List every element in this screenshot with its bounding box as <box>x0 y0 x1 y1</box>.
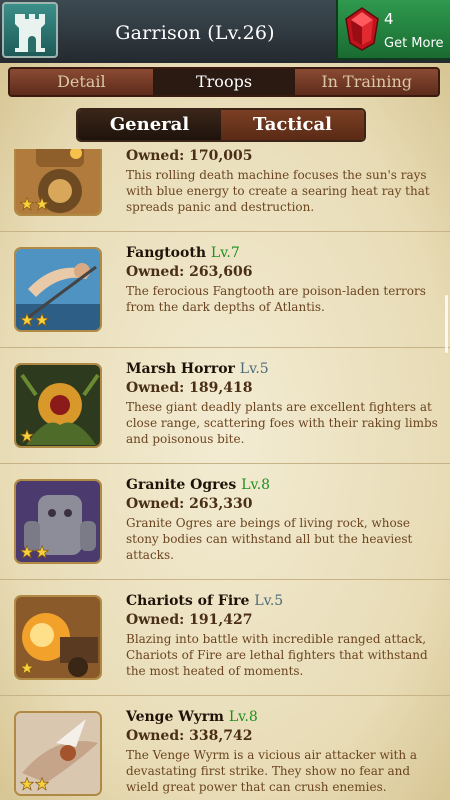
troop-info: Venge Wyrm Lv.8 Owned: 338,742 The Venge W… <box>126 707 444 795</box>
star-rating <box>20 429 34 443</box>
troop-name: Fangtooth <box>126 245 207 261</box>
tab-in-training[interactable]: In Training <box>295 69 438 95</box>
castle-tower-icon <box>15 14 45 52</box>
troop-level: Lv.5 <box>239 361 269 377</box>
troop-row[interactable]: Marsh Horror Lv.5 Owned: 189,418 These gia… <box>0 348 450 464</box>
troop-name: Venge Wyrm <box>126 709 224 725</box>
troop-name-line: Marsh Horror Lv.5 <box>126 359 444 379</box>
troop-info: Granite Ogres Lv.8 Owned: 263,330 Granite … <box>126 475 444 563</box>
red-gem-icon <box>345 7 379 51</box>
scrollbar[interactable] <box>445 295 448 353</box>
troop-info: Chariots of Fire Lv.5 Owned: 191,427 Blazi… <box>126 591 444 679</box>
tab-troops[interactable]: Troops <box>152 69 296 95</box>
troop-description: These giant deadly plants are excellent … <box>126 400 438 446</box>
star-icon <box>35 197 49 211</box>
tab-general[interactable]: General <box>78 110 221 140</box>
tab-detail[interactable]: Detail <box>10 69 153 95</box>
troop-portrait[interactable] <box>14 149 102 216</box>
star-icon <box>20 197 34 211</box>
troop-row[interactable]: Owned: 170,005 This rolling death machine… <box>0 149 450 232</box>
troop-owned-count: Owned: 191,427 <box>126 612 253 628</box>
gem-count: 4 <box>384 10 394 28</box>
troop-level: Lv.5 <box>254 593 284 609</box>
troop-row[interactable]: Fangtooth Lv.7 Owned: 263,606 The ferociou… <box>0 232 450 348</box>
star-rating <box>20 661 34 675</box>
troop-description: Granite Ogres are beings of living rock,… <box>126 516 413 562</box>
troop-level: Lv.7 <box>210 245 240 261</box>
troop-portrait[interactable] <box>14 247 102 332</box>
troop-level: Lv.8 <box>241 477 271 493</box>
troop-row[interactable]: Venge Wyrm Lv.8 Owned: 338,742 The Venge W… <box>0 696 450 800</box>
tab-tactical[interactable]: Tactical <box>221 110 364 140</box>
star-icon <box>20 545 34 559</box>
star-rating <box>20 313 49 327</box>
troop-name: Chariots of Fire <box>126 593 250 609</box>
troop-row[interactable]: Chariots of Fire Lv.5 Owned: 191,427 Blazi… <box>0 580 450 696</box>
troop-owned-count: Owned: 338,742 <box>126 728 253 744</box>
star-icon <box>20 429 34 443</box>
troop-owned-count: Owned: 263,330 <box>126 496 253 512</box>
castle-button[interactable] <box>2 2 58 58</box>
star-rating <box>20 777 49 791</box>
star-icon <box>20 777 34 791</box>
star-icon <box>20 313 34 327</box>
troop-row[interactable]: Granite Ogres Lv.8 Owned: 263,330 Granite … <box>0 464 450 580</box>
top-tab-bar: Detail Troops In Training <box>8 67 440 97</box>
get-more-button[interactable]: 4 Get More <box>336 0 450 60</box>
troop-owned-count: Owned: 170,005 <box>126 149 253 164</box>
troop-owned-count: Owned: 189,418 <box>126 380 253 396</box>
get-more-label: Get More <box>384 36 444 51</box>
sub-tab-bar: General Tactical <box>76 108 366 142</box>
troop-portrait[interactable] <box>14 711 102 796</box>
troop-name-line: Granite Ogres Lv.8 <box>126 475 444 495</box>
troop-info: Marsh Horror Lv.5 Owned: 189,418 These gia… <box>126 359 444 447</box>
troop-list[interactable]: Owned: 170,005 This rolling death machine… <box>0 149 450 800</box>
troop-owned-count: Owned: 263,606 <box>126 264 253 280</box>
star-rating <box>20 197 49 211</box>
star-icon <box>20 661 34 675</box>
troop-description: This rolling death machine focuses the s… <box>126 168 430 214</box>
troop-portrait[interactable] <box>14 363 102 448</box>
troop-description: The Venge Wyrm is a vicious air attacker… <box>126 748 418 794</box>
troop-info: Owned: 170,005 This rolling death machine… <box>126 149 444 215</box>
troop-name: Granite Ogres <box>126 477 237 493</box>
garrison-panel: Detail Troops In Training General Tactic… <box>0 63 450 800</box>
star-rating <box>20 545 49 559</box>
troop-level: Lv.8 <box>228 709 258 725</box>
troop-portrait[interactable] <box>14 595 102 680</box>
troop-info: Fangtooth Lv.7 Owned: 263,606 The ferociou… <box>126 243 444 315</box>
star-icon <box>35 545 49 559</box>
page-title: Garrison (Lv.26) <box>115 22 275 44</box>
troop-name: Marsh Horror <box>126 361 235 377</box>
star-icon <box>35 777 49 791</box>
troop-name-line: Fangtooth Lv.7 <box>126 243 444 263</box>
troop-description: Blazing into battle with incredible rang… <box>126 632 428 678</box>
star-icon <box>35 313 49 327</box>
top-bar: Garrison (Lv.26) 4 Get More <box>0 0 450 67</box>
troop-description: The ferocious Fangtooth are poison-laden… <box>126 284 426 314</box>
troop-name-line: Venge Wyrm Lv.8 <box>126 707 444 727</box>
troop-portrait[interactable] <box>14 479 102 564</box>
troop-name-line: Chariots of Fire Lv.5 <box>126 591 444 611</box>
